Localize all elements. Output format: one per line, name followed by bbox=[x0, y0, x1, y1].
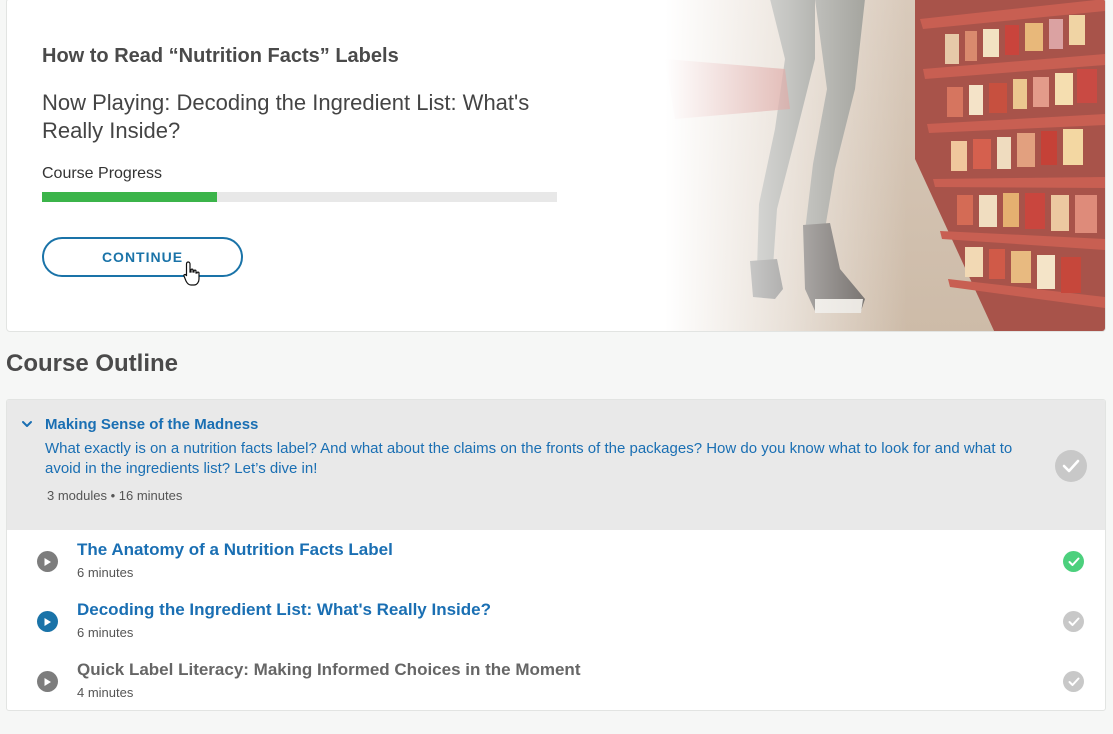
progress-bar bbox=[42, 192, 557, 202]
section-header[interactable]: Making Sense of the Madness What exactly… bbox=[7, 400, 1105, 530]
continue-button[interactable]: CONTINUE bbox=[42, 237, 243, 277]
section-meta: 3 modules • 16 minutes bbox=[47, 488, 183, 503]
lesson-row[interactable]: Decoding the Ingredient List: What's Rea… bbox=[7, 590, 1105, 650]
chevron-down-icon[interactable] bbox=[21, 418, 33, 430]
check-icon bbox=[1063, 551, 1084, 572]
check-icon bbox=[1063, 611, 1084, 632]
section-title[interactable]: Making Sense of the Madness bbox=[45, 416, 258, 433]
now-playing-text: Now Playing: Decoding the Ingredient Lis… bbox=[42, 90, 530, 143]
lesson-row[interactable]: The Anatomy of a Nutrition Facts Label 6 … bbox=[7, 530, 1105, 590]
section-description: What exactly is on a nutrition facts lab… bbox=[45, 440, 1013, 477]
play-icon[interactable] bbox=[37, 551, 58, 572]
lesson-duration: 4 minutes bbox=[77, 685, 134, 700]
progress-bar-fill bbox=[42, 192, 218, 202]
play-icon[interactable] bbox=[37, 671, 58, 692]
grocery-aisle-photo bbox=[665, 0, 1105, 331]
lesson-title[interactable]: Decoding the Ingredient List: What's Rea… bbox=[77, 600, 491, 620]
section-check-icon bbox=[1055, 450, 1087, 482]
progress-label: Course Progress bbox=[42, 165, 163, 182]
lesson-duration: 6 minutes bbox=[77, 565, 134, 580]
lesson-duration: 6 minutes bbox=[77, 625, 134, 640]
lesson-title[interactable]: The Anatomy of a Nutrition Facts Label bbox=[77, 540, 393, 560]
course-title: How to Read “Nutrition Facts” Labels bbox=[42, 45, 399, 67]
course-hero-card: How to Read “Nutrition Facts” Labels Now… bbox=[6, 0, 1106, 332]
hand-cursor-icon bbox=[183, 261, 200, 286]
lesson-row[interactable]: Quick Label Literacy: Making Informed Ch… bbox=[7, 650, 1105, 710]
lesson-title[interactable]: Quick Label Literacy: Making Informed Ch… bbox=[77, 660, 580, 680]
course-outline-heading: Course Outline bbox=[6, 350, 179, 377]
play-icon[interactable] bbox=[37, 611, 58, 632]
course-section-card: Making Sense of the Madness What exactly… bbox=[6, 399, 1106, 711]
check-icon bbox=[1063, 671, 1084, 692]
